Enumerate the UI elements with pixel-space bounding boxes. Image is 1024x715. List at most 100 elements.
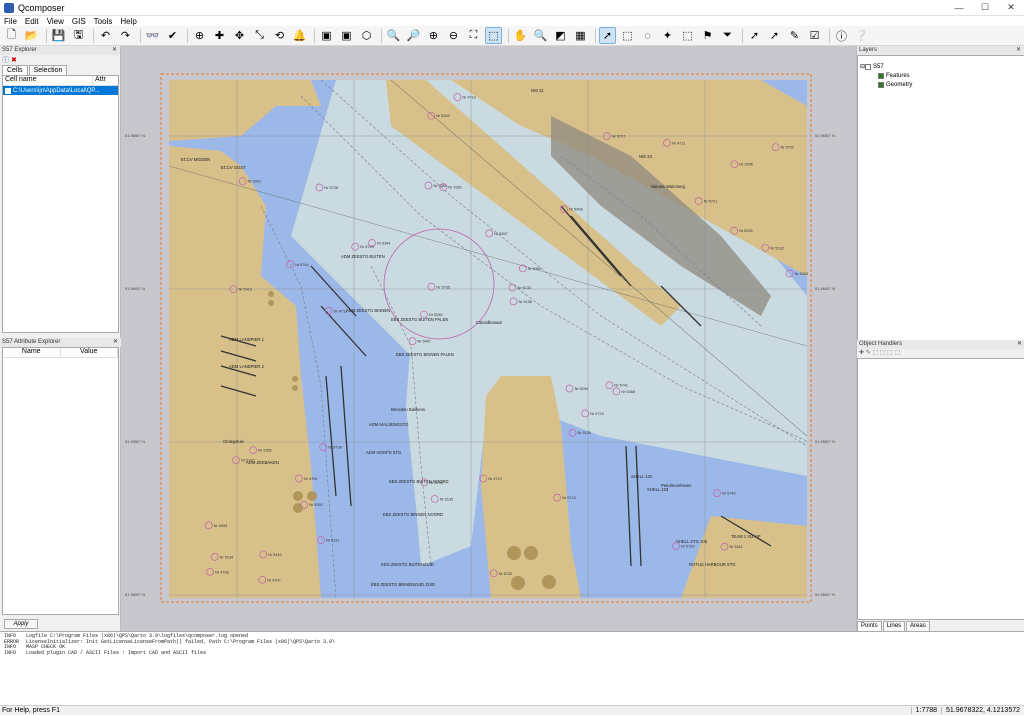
col-value[interactable]: Value bbox=[61, 348, 118, 357]
select-icon[interactable]: ➚ bbox=[599, 27, 616, 44]
new-file-icon[interactable]: 🗋 bbox=[3, 27, 20, 44]
tab-cells[interactable]: Cells bbox=[2, 65, 28, 75]
map-label[interactable]: ADM ZEESTG BINNEN bbox=[346, 308, 390, 313]
map-label[interactable]: ADM ZEESTG BUITEN bbox=[341, 254, 385, 259]
rotate-icon[interactable]: ⟲ bbox=[271, 27, 288, 44]
pointer-2-icon[interactable]: ➚ bbox=[766, 27, 783, 44]
tab-areas[interactable]: Areas bbox=[906, 621, 930, 631]
layer-node[interactable]: Features bbox=[860, 71, 1022, 80]
map-label[interactable]: Beneden Bakkens bbox=[391, 407, 425, 412]
navigation-icon[interactable]: ⬡ bbox=[358, 27, 375, 44]
menu-view[interactable]: View bbox=[43, 17, 68, 26]
filter-icon[interactable]: ⏷ bbox=[719, 27, 736, 44]
layer-checkbox[interactable] bbox=[878, 81, 884, 88]
save-icon[interactable]: 💾 bbox=[50, 27, 67, 44]
add-node-icon[interactable]: ✚ bbox=[211, 27, 228, 44]
maximize-button[interactable]: ☐ bbox=[972, 0, 998, 16]
flag-icon[interactable]: ⚑ bbox=[699, 27, 716, 44]
col-attr[interactable]: Attr bbox=[93, 76, 106, 85]
tab-points[interactable]: Points bbox=[857, 621, 882, 631]
map-label[interactable]: SHELL 101 bbox=[631, 474, 653, 479]
zoom-out-2-icon[interactable]: ⊖ bbox=[445, 27, 462, 44]
wand-icon[interactable]: ✦ bbox=[659, 27, 676, 44]
alarm-bell-icon[interactable]: 🔔 bbox=[291, 27, 308, 44]
zoom-in-icon[interactable]: 🔍 bbox=[385, 27, 402, 44]
col-name[interactable]: Name bbox=[3, 348, 61, 357]
tab-lines[interactable]: Lines bbox=[882, 621, 906, 631]
help-pointer-icon[interactable]: ❔ bbox=[853, 27, 870, 44]
map-label[interactable]: SHELL STG 105 bbox=[676, 539, 708, 544]
map-label[interactable]: ADM MALSENGSTG bbox=[369, 422, 409, 427]
map-label[interactable]: ECCV OOST bbox=[221, 165, 246, 170]
select-lasso-icon[interactable]: ◌ bbox=[639, 27, 656, 44]
magnify-icon[interactable]: 🔍 bbox=[532, 27, 549, 44]
info-icon[interactable]: ⓘ bbox=[2, 55, 9, 65]
map-label[interactable]: EDS ZEESTG BUITENZUID bbox=[381, 562, 434, 567]
menu-gis[interactable]: GIS bbox=[68, 17, 90, 26]
select-node-icon[interactable]: ⬚ bbox=[679, 27, 696, 44]
panel-close-icon[interactable]: ✕ bbox=[112, 46, 120, 55]
zoom-out-icon[interactable]: 🔎 bbox=[405, 27, 422, 44]
menu-tools[interactable]: Tools bbox=[90, 17, 117, 26]
undo-icon[interactable]: ↶ bbox=[97, 27, 114, 44]
map-label[interactable]: ECCV MIDDEN bbox=[181, 157, 210, 162]
map-label[interactable]: EBS ZEESTG BINNENZUID ZUID bbox=[371, 582, 435, 587]
minimize-button[interactable]: — bbox=[946, 0, 972, 16]
map-label[interactable]: Omlegsluis bbox=[223, 439, 244, 444]
green-feature-icon[interactable]: ▣ bbox=[338, 27, 355, 44]
map-label[interactable]: Petroleumhaven bbox=[661, 483, 692, 488]
add-point-icon[interactable]: ⊕ bbox=[191, 27, 208, 44]
map-label[interactable]: ROTUS HARBOUR STG bbox=[689, 562, 736, 567]
pointer-icon[interactable]: ➚ bbox=[746, 27, 763, 44]
zoom-window-icon[interactable]: ⬚ bbox=[485, 27, 502, 44]
layer-icon[interactable]: ◩ bbox=[552, 27, 569, 44]
remove-icon[interactable]: ✖ bbox=[11, 56, 17, 64]
menu-file[interactable]: File bbox=[0, 17, 21, 26]
redo-icon[interactable]: ↷ bbox=[117, 27, 134, 44]
map-label[interactable]: ADM LANDPIER 2 bbox=[229, 364, 265, 369]
map-label[interactable]: ADM HOOFD STG bbox=[366, 450, 401, 455]
map-label[interactable]: Nieuwe Waterweg bbox=[651, 184, 685, 189]
tab-selection[interactable]: Selection bbox=[28, 65, 68, 75]
map-label[interactable]: EBS ZEESTG BINNEN NOORD bbox=[383, 512, 443, 517]
map-label[interactable]: EBS ZEESTG BINNEN PALEN bbox=[396, 352, 454, 357]
map-label[interactable]: NW 21 bbox=[531, 88, 544, 93]
save-all-icon[interactable]: 🖫 bbox=[70, 27, 87, 44]
scale-icon[interactable]: ⤡ bbox=[251, 27, 268, 44]
pan-icon[interactable]: ✋ bbox=[512, 27, 529, 44]
binoculars-icon[interactable]: 👓 bbox=[144, 27, 161, 44]
chart-map-view[interactable]: ECCV MIDDEN ECCV OOST ADM ZEESTG BUITEN ADM… bbox=[121, 46, 856, 631]
check-icon[interactable]: ✔ bbox=[164, 27, 181, 44]
pen-icon[interactable]: ✎ bbox=[786, 27, 803, 44]
nautical-chart[interactable]: ECCV MIDDEN ECCV OOST ADM ZEESTG BUITEN ADM… bbox=[121, 46, 856, 631]
move-icon[interactable]: ✥ bbox=[231, 27, 248, 44]
map-label[interactable]: Calandkanaal bbox=[476, 320, 502, 325]
select-rect-icon[interactable]: ⬚ bbox=[619, 27, 636, 44]
map-label[interactable]: EBS ZEESTG BUITEN PALEN bbox=[391, 317, 448, 322]
panel-close-icon[interactable]: ✕ bbox=[1016, 46, 1024, 55]
map-label[interactable]: TEAM 1 VIZ VP bbox=[731, 534, 761, 539]
panel-close-icon[interactable]: ✕ bbox=[113, 338, 121, 347]
layer-checkbox[interactable] bbox=[878, 72, 884, 79]
info-icon[interactable]: ⓘ bbox=[833, 27, 850, 44]
list-item[interactable]: C:\Users\ijn\AppData\Local\QP... bbox=[3, 86, 118, 95]
checklist-icon[interactable]: ☑ bbox=[806, 27, 823, 44]
object-handler-tools[interactable]: ✚ ✎ ⬚ ⬚ ⬚ ⬚ bbox=[857, 349, 1024, 357]
close-button[interactable]: ✕ bbox=[998, 0, 1024, 16]
open-folder-icon[interactable]: 📂 bbox=[23, 27, 40, 44]
map-label[interactable]: NW 23 bbox=[639, 154, 652, 159]
apply-button[interactable]: Apply bbox=[4, 619, 38, 629]
red-feature-icon[interactable]: ▣ bbox=[318, 27, 335, 44]
zoom-in-2-icon[interactable]: ⊕ bbox=[425, 27, 442, 44]
zoom-extent-icon[interactable]: ⛶ bbox=[465, 27, 482, 44]
menu-edit[interactable]: Edit bbox=[21, 17, 43, 26]
layer-checkbox[interactable] bbox=[865, 63, 872, 70]
layer-node[interactable]: Geometry bbox=[860, 80, 1022, 89]
map-icon[interactable]: ▦ bbox=[572, 27, 589, 44]
row-checkbox[interactable] bbox=[5, 87, 11, 94]
map-label[interactable]: ADM LANDPIER 1 bbox=[229, 337, 265, 342]
menu-help[interactable]: Help bbox=[116, 17, 140, 26]
panel-close-icon[interactable]: ✕ bbox=[1017, 340, 1024, 349]
col-cell-name[interactable]: Cell name bbox=[3, 76, 93, 85]
layer-node[interactable]: ⊟ S57 bbox=[860, 62, 1022, 71]
